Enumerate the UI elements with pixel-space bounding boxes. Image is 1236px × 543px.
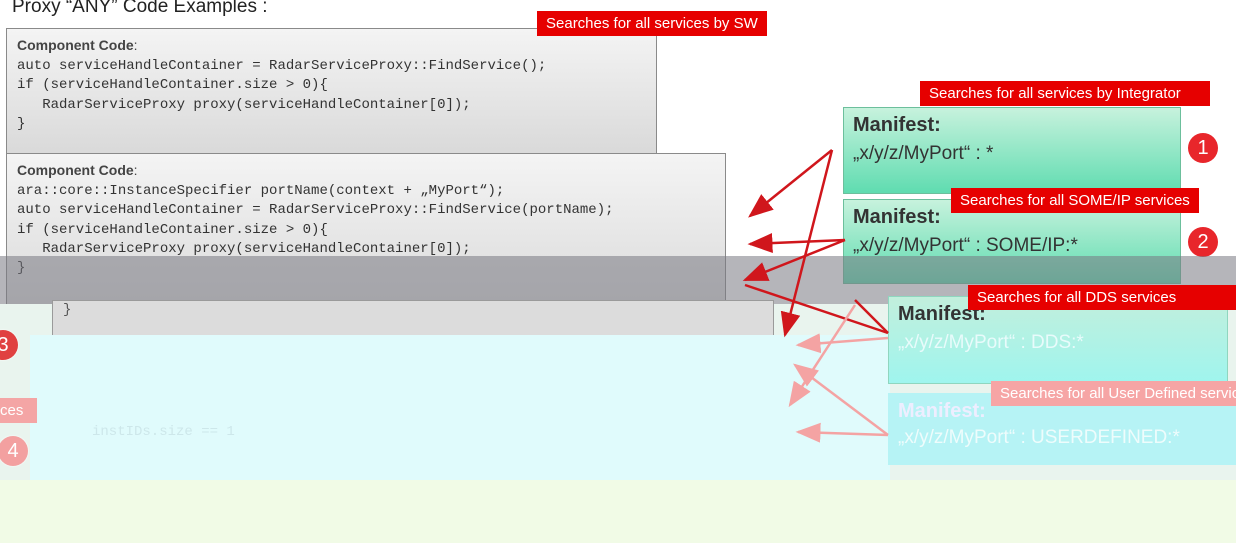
arrow-group-manifest-3: [744, 283, 889, 335]
arrow-group-manifest-2: [742, 233, 846, 282]
arrow-group-faded: [788, 304, 889, 443]
connector-arrows: [742, 149, 889, 443]
